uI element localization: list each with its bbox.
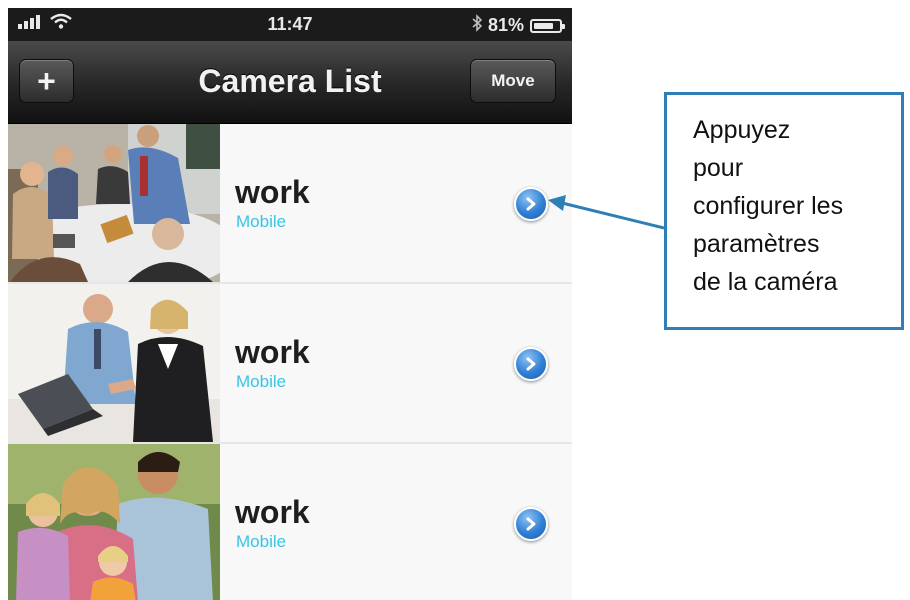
camera-type: Mobile (236, 372, 287, 391)
camera-row[interactable]: work Mobile (8, 124, 572, 284)
detail-disclosure-icon[interactable] (514, 187, 548, 221)
annotation-callout: Appuyez pour configurer les paramètres d… (664, 92, 904, 330)
callout-line: configurer les (693, 192, 844, 220)
move-button[interactable]: Move (470, 59, 556, 103)
camera-name: work (235, 174, 310, 210)
callout-line: pour (693, 154, 744, 182)
callout-line: de la caméra (693, 268, 838, 296)
callout-line: paramètres (693, 230, 820, 258)
family-photo (8, 444, 220, 600)
camera-list: work Mobile work Mobile work Mobile (8, 124, 572, 600)
detail-disclosure-icon[interactable] (514, 347, 548, 381)
camera-name: work (235, 494, 310, 530)
camera-type: Mobile (236, 212, 287, 231)
office-colleagues-photo (8, 284, 220, 442)
battery-percent: 81% (487, 15, 524, 35)
camera-row[interactable]: work Mobile (8, 444, 572, 600)
camera-name: work (235, 334, 310, 370)
navigation-bar: + Camera List Move (8, 41, 572, 124)
status-bar: 11:47 81% (8, 8, 572, 41)
camera-row[interactable]: work Mobile (8, 284, 572, 444)
battery-level (534, 22, 553, 29)
bluetooth-icon (472, 14, 483, 37)
phone-screen: 11:47 81% + Camera List Move work Mobile… (8, 8, 572, 600)
battery-icon (530, 18, 565, 33)
business-meeting-photo (8, 124, 220, 282)
detail-disclosure-icon[interactable] (514, 507, 548, 541)
callout-line: Appuyez (693, 116, 791, 144)
camera-type: Mobile (236, 532, 287, 551)
